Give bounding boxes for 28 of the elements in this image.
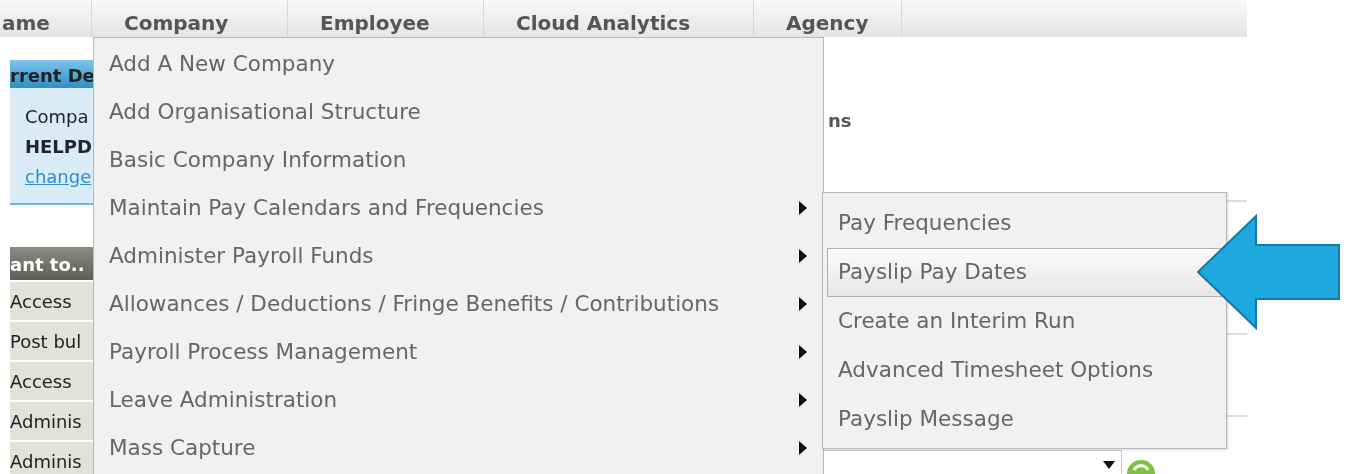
task-link[interactable]: Adminis — [10, 402, 93, 440]
task-link[interactable]: Access — [10, 282, 93, 320]
info-text: HELPD — [25, 136, 92, 157]
menu-item[interactable]: Leave Administration — [94, 376, 823, 424]
menu-item[interactable]: Maintain Pay Calendars and Frequencies — [94, 184, 823, 232]
panel-header: rrent De — [10, 60, 93, 88]
submenu-item[interactable]: Payslip Message — [827, 395, 1222, 444]
menu-item[interactable]: Allowances / Deductions / Fringe Benefits / Contributions — [94, 280, 823, 328]
menu-item[interactable]: Administer Payroll Funds — [94, 232, 823, 280]
select-field[interactable] — [822, 450, 1122, 474]
submenu-item[interactable]: Payslip Pay Dates — [827, 248, 1222, 297]
caret-icon — [1103, 461, 1115, 469]
menu-item[interactable]: Add A New Company — [94, 40, 823, 88]
submenu-item[interactable]: Create an Interim Run — [827, 297, 1222, 346]
submenu-item[interactable]: Advanced Timesheet Options — [827, 346, 1222, 395]
task-link[interactable]: Access — [10, 362, 93, 400]
change-link[interactable]: change — [25, 166, 92, 187]
info-text: Compa — [25, 106, 89, 127]
panel-header: ant to.. — [10, 247, 93, 280]
section-heading: ns — [828, 109, 852, 133]
menu-item[interactable]: Add Organisational Structure — [94, 88, 823, 136]
menu-item[interactable]: Payroll Process Management — [94, 328, 823, 376]
menu-item[interactable]: Basic Company Information — [94, 136, 823, 184]
nav-tab[interactable]: ame — [0, 0, 92, 37]
menu-item[interactable]: Mass Capture — [94, 424, 823, 472]
task-link[interactable]: Post bul — [10, 322, 93, 360]
submenu-item[interactable]: Pay Frequencies — [827, 199, 1222, 248]
task-link[interactable]: Adminis — [10, 442, 93, 474]
